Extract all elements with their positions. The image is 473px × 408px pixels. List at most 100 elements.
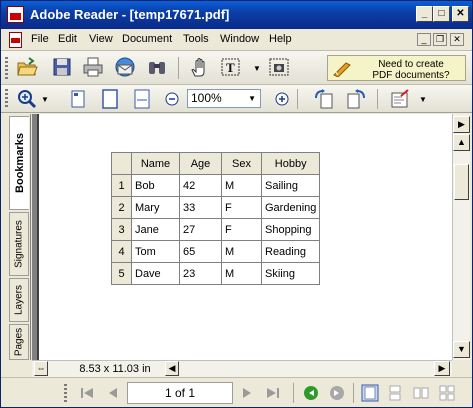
navigation-pane-tabs: Bookmarks Signatures Layers Pages	[7, 114, 31, 362]
save-icon[interactable]	[51, 56, 73, 78]
rotate-clockwise-icon[interactable]	[313, 88, 335, 110]
table-cell: Shopping	[260, 218, 321, 241]
snapshot-icon[interactable]	[268, 56, 290, 78]
zoom-in-tool-icon[interactable]	[16, 88, 38, 110]
corner-grip	[7, 360, 32, 377]
previous-page-icon[interactable]	[105, 385, 121, 401]
minimize-button[interactable]: _	[416, 6, 433, 22]
page-number-field[interactable]: 1 of 1	[127, 382, 233, 404]
tab-bookmarks[interactable]: Bookmarks	[9, 116, 29, 210]
table-row: 4 Tom 65 M Reading	[111, 240, 321, 263]
table-cell: Bob	[131, 174, 180, 197]
facing-icon[interactable]	[413, 385, 429, 401]
last-page-icon[interactable]	[265, 385, 281, 401]
table-row: 5 Dave 23 M Skiing	[111, 262, 321, 285]
menu-help[interactable]: Help	[269, 33, 292, 45]
file-toolbar: T ▼ Need to create PDF documents?	[1, 51, 472, 85]
select-dropdown-icon[interactable]: ▼	[253, 64, 261, 73]
create-pdf-promo[interactable]: Need to create PDF documents?	[327, 55, 466, 81]
reader-window: Adobe Reader - [temp17671.pdf] _ □ ✕ Fil…	[0, 0, 473, 408]
zoom-value: 100%	[191, 91, 222, 105]
menu-view[interactable]: View	[89, 33, 113, 45]
go-back-icon[interactable]	[303, 385, 319, 401]
scroll-up-button[interactable]: ▲	[453, 134, 470, 151]
statusbar-separator	[353, 383, 354, 403]
zoom-out-icon[interactable]	[165, 92, 179, 106]
toolbar-separator	[178, 57, 179, 79]
column-header: Sex	[221, 152, 262, 175]
scroll-right-button[interactable]: ▶	[434, 361, 450, 376]
continuous-icon[interactable]	[387, 385, 403, 401]
zoom-tool-dropdown-icon[interactable]: ▼	[41, 95, 49, 104]
zoom-in-icon[interactable]	[275, 92, 289, 106]
tab-pages[interactable]: Pages	[9, 324, 29, 360]
zoom-input[interactable]: 100% ▼	[187, 89, 261, 108]
rotate-counterclockwise-icon[interactable]	[345, 88, 367, 110]
single-page-icon[interactable]	[361, 384, 379, 402]
table-cell: Tom	[131, 240, 180, 263]
data-table: Name Age Sex Hobby 1 Bob 42 M Sailing 2 Mary 33 F Gar…	[111, 152, 321, 285]
menu-document[interactable]: Document	[122, 33, 172, 45]
maximize-button[interactable]: □	[433, 6, 450, 22]
vertical-scroll-thumb[interactable]	[454, 164, 469, 200]
close-button[interactable]: ✕	[452, 6, 469, 22]
table-cell: 65	[179, 240, 222, 263]
zoom-dropdown-icon[interactable]: ▼	[248, 90, 256, 107]
scroll-right-small-button[interactable]: ▶	[453, 116, 470, 133]
menu-window[interactable]: Window	[220, 33, 259, 45]
email-icon[interactable]	[114, 56, 136, 78]
table-cell: 33	[179, 196, 222, 219]
search-icon[interactable]	[146, 56, 168, 78]
continuous-facing-icon[interactable]	[439, 385, 455, 401]
table-cell: 27	[179, 218, 222, 241]
next-page-icon[interactable]	[239, 385, 255, 401]
hand-tool-icon[interactable]	[189, 56, 211, 78]
tab-signatures[interactable]: Signatures	[9, 212, 29, 276]
scroll-down-button[interactable]: ▼	[453, 341, 470, 358]
table-cell: Skiing	[260, 262, 321, 285]
table-row: 3 Jane 27 F Shopping	[111, 218, 321, 241]
promo-line-1: Need to create	[378, 59, 444, 70]
document-view[interactable]: Name Age Sex Hobby 1 Bob 42 M Sailing 2 Mary 33 F Gar…	[32, 114, 452, 360]
split-handle-icon[interactable]: ⇔	[34, 361, 48, 376]
table-corner-cell	[111, 152, 132, 175]
table-cell: Jane	[131, 218, 180, 241]
menu-tools[interactable]: Tools	[183, 33, 209, 45]
go-forward-icon[interactable]	[329, 385, 345, 401]
actual-size-icon[interactable]	[67, 88, 89, 110]
navigation-bar: 1 of 1	[1, 377, 472, 407]
statusbar-grip[interactable]	[64, 384, 67, 402]
doc-minimize-button[interactable]: _	[417, 33, 431, 46]
properties-icon[interactable]	[389, 88, 411, 110]
select-text-icon[interactable]: T	[221, 56, 243, 78]
tab-layers-label: Layers	[13, 284, 25, 316]
table-cell: M	[221, 174, 262, 197]
doc-restore-button[interactable]: ❐	[433, 33, 447, 46]
row-number-cell: 1	[111, 174, 132, 197]
open-icon[interactable]	[16, 56, 38, 78]
print-icon[interactable]	[82, 56, 104, 78]
toolbar-grip[interactable]	[5, 89, 8, 109]
table-cell: Dave	[131, 262, 180, 285]
tab-bookmarks-label: Bookmarks	[13, 133, 26, 193]
table-row: 1 Bob 42 M Sailing	[111, 174, 321, 197]
column-header: Name	[131, 152, 180, 175]
menu-edit[interactable]: Edit	[58, 33, 77, 45]
fit-page-icon[interactable]	[99, 88, 121, 110]
pdf-page: Name Age Sex Hobby 1 Bob 42 M Sailing 2 Mary 33 F Gar…	[37, 114, 452, 360]
scroll-left-button[interactable]: ◀	[165, 361, 179, 376]
doc-close-button[interactable]: ✕	[450, 33, 464, 46]
adobe-reader-icon	[7, 6, 24, 23]
vertical-scrollbar[interactable]: ▶ ▲ ▼	[452, 114, 470, 360]
toolbar-grip[interactable]	[5, 57, 8, 79]
horizontal-scrollbar[interactable]: ⇔ 8.53 x 11.03 in ◀ ▶	[32, 360, 452, 377]
menu-file[interactable]: File	[31, 33, 49, 45]
table-cell: Reading	[260, 240, 321, 263]
table-cell: F	[221, 218, 262, 241]
properties-dropdown-icon[interactable]: ▼	[419, 95, 427, 104]
document-icon[interactable]	[9, 32, 22, 48]
title-bar[interactable]: Adobe Reader - [temp17671.pdf] _ □ ✕	[1, 1, 472, 29]
first-page-icon[interactable]	[79, 385, 95, 401]
fit-width-icon[interactable]	[131, 88, 153, 110]
tab-layers[interactable]: Layers	[9, 278, 29, 322]
